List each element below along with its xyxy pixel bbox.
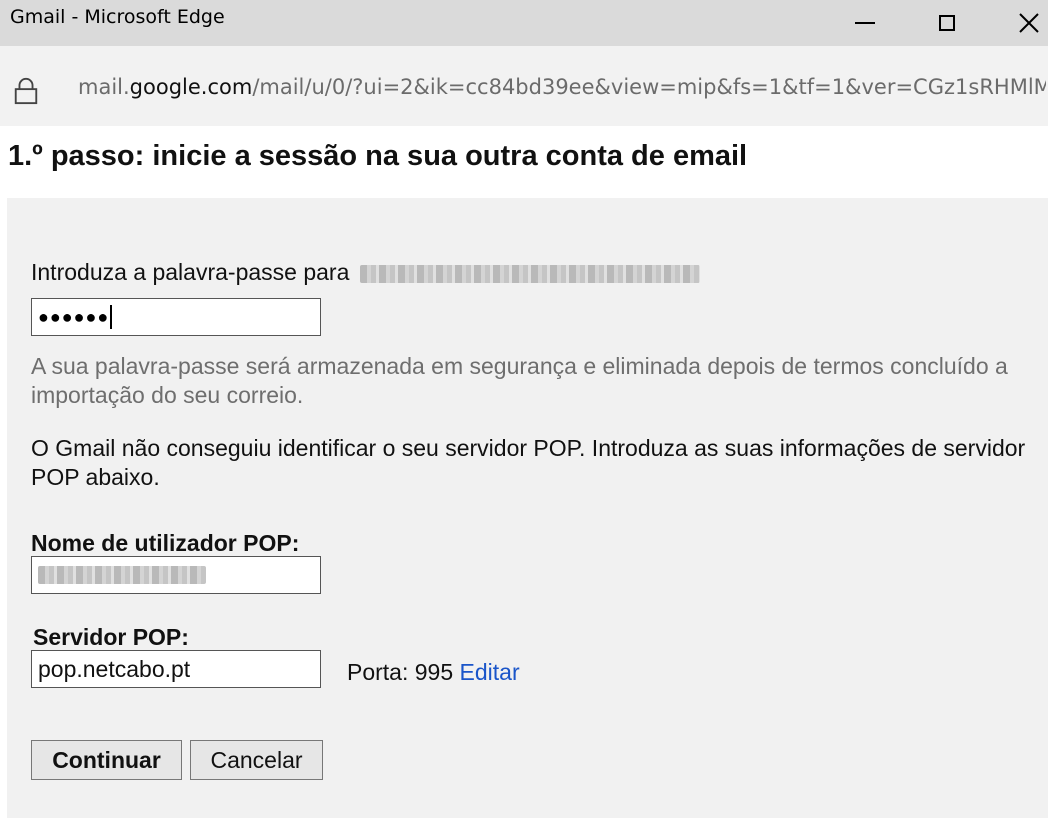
- password-value: ●●●●●●: [38, 306, 110, 327]
- redacted-email: [359, 264, 700, 283]
- text-caret: [110, 305, 113, 329]
- maximize-icon: [939, 15, 955, 31]
- password-prompt: Introduza a palavra-passe para: [31, 259, 700, 286]
- close-button[interactable]: [1004, 0, 1048, 46]
- pop-username-input[interactable]: [31, 556, 321, 594]
- edit-port-link[interactable]: Editar: [460, 659, 520, 685]
- url-host-domain: google.com: [129, 75, 253, 99]
- title-bar: Gmail - Microsoft Edge: [0, 0, 1048, 46]
- continue-button[interactable]: Continuar: [31, 740, 182, 780]
- close-icon: [1019, 13, 1039, 33]
- pop-server-label: Servidor POP:: [33, 624, 189, 650]
- lock-icon: [14, 77, 38, 105]
- pop-username-label: Nome de utilizador POP:: [31, 530, 300, 556]
- address-bar[interactable]: mail.google.com/mail/u/0/?ui=2&ik=cc84bd…: [0, 46, 1048, 126]
- password-storage-note: A sua palavra-passe será armazenada em s…: [31, 353, 1008, 408]
- pop-server-input[interactable]: pop.netcabo.pt: [31, 650, 321, 688]
- page-title: 1.º passo: inicie a sessão na sua outra …: [8, 140, 748, 172]
- import-form-panel: Introduza a palavra-passe para ●●●●●● A …: [7, 198, 1048, 818]
- password-input[interactable]: ●●●●●●: [31, 298, 321, 336]
- password-prompt-text: Introduza a palavra-passe para: [31, 259, 350, 285]
- pop-server-not-found-message: O Gmail não conseguiu identificar o seu …: [31, 435, 1026, 490]
- minimize-button[interactable]: [840, 0, 890, 46]
- url-path: /mail/u/0/?ui=2&ik=cc84bd39ee&view=mip&f…: [252, 75, 1046, 99]
- url-host-prefix: mail.: [78, 75, 130, 99]
- cancel-button[interactable]: Cancelar: [190, 740, 323, 780]
- redacted-username: [38, 566, 206, 584]
- pop-server-value: pop.netcabo.pt: [38, 655, 191, 682]
- window-title: Gmail - Microsoft Edge: [10, 6, 225, 28]
- port-info: Porta: 995 Editar: [347, 659, 520, 686]
- port-text: Porta: 995: [347, 659, 454, 685]
- minimize-icon: [855, 22, 875, 24]
- address-url[interactable]: mail.google.com/mail/u/0/?ui=2&ik=cc84bd…: [78, 75, 1046, 99]
- maximize-button[interactable]: [922, 0, 972, 46]
